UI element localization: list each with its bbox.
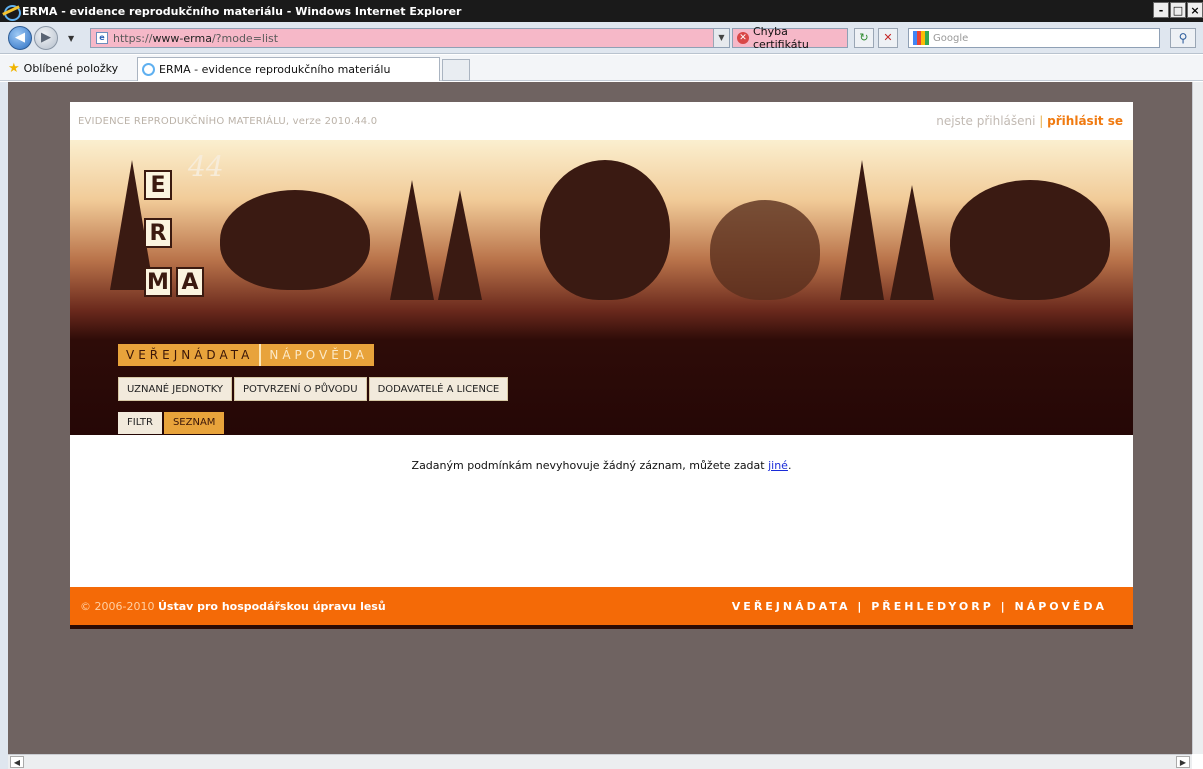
tree-silhouette-icon (710, 200, 820, 300)
copyright-years: © 2006-2010 (80, 600, 155, 613)
shield-error-icon: ✕ (737, 32, 749, 44)
tab-filtr[interactable]: FILTR (118, 412, 162, 434)
favorites-bar: ★ Oblíbené položky ERMA - evidence repro… (0, 55, 1203, 81)
url-field[interactable]: e https://www-erma/?mode=list ▼ (90, 28, 730, 48)
conifer-silhouette-icon (390, 180, 434, 300)
favorites-label: Oblíbené položky (23, 62, 119, 75)
message-suffix: . (787, 459, 792, 472)
search-icon[interactable]: ⚲ (1170, 28, 1196, 48)
tab-potvrzeni-o-puvodu[interactable]: POTVRZENÍ O PŮVODU (234, 377, 367, 401)
sub-tabs: UZNANÉ JEDNOTKY POTVRZENÍ O PŮVODU DODAV… (118, 377, 509, 401)
scroll-left-icon[interactable]: ◀ (10, 756, 24, 768)
page-icon: e (96, 32, 108, 44)
horizontal-scrollbar[interactable]: ◀ ▶ (8, 754, 1192, 769)
login-status-text: nejste přihlášeni (936, 114, 1036, 128)
maximize-button[interactable]: □ (1170, 2, 1186, 18)
minimize-button[interactable]: - (1153, 2, 1169, 18)
banner: E R M A 44 VEŘEJNÁDATA NÁPOVĚDA UZNANÉ J… (70, 140, 1133, 435)
url-path: /?mode=list (211, 31, 279, 45)
conifer-silhouette-icon (840, 160, 884, 300)
other-criteria-link[interactable]: jiné (768, 459, 788, 472)
browser-tab[interactable]: ERMA - evidence reprodukčního materiálu (137, 57, 440, 81)
window-controls: - □ × (1153, 2, 1203, 18)
window-title: ERMA - evidence reprodukčního materiálu … (22, 4, 462, 18)
refresh-icon[interactable]: ↻ (854, 28, 874, 48)
tree-silhouette-icon (540, 160, 670, 300)
login-status: nejste přihlášeni | přihlásit se (936, 114, 1123, 128)
login-separator: | (1039, 114, 1044, 128)
main-tabs: VEŘEJNÁDATA NÁPOVĚDA (118, 344, 375, 366)
site-header: EVIDENCE REPRODUKČNÍHO MATERIÁLU, verze … (70, 102, 1133, 140)
tab-napoveda[interactable]: NÁPOVĚDA (259, 344, 375, 366)
forward-arrow-icon[interactable]: ▶ (34, 26, 58, 50)
window-frame (0, 82, 8, 769)
google-icon (913, 31, 929, 45)
tree-silhouette-icon (950, 180, 1110, 300)
url-prefix: https:// (113, 31, 153, 45)
footer-copyright: © 2006-2010 Ústav pro hospodářskou úprav… (80, 600, 386, 613)
ie-logo-icon (4, 4, 21, 21)
logo-version-number: 44 (188, 150, 224, 183)
url-host: www-erma (152, 31, 212, 45)
stop-icon[interactable]: ✕ (878, 28, 898, 48)
back-arrow-icon[interactable]: ◀ (8, 26, 32, 50)
logo-letter-m: M (144, 267, 172, 297)
ie-page-icon (142, 63, 155, 76)
footer-shadow (70, 625, 1133, 629)
login-link[interactable]: přihlásit se (1047, 114, 1123, 128)
window-titlebar: ERMA - evidence reprodukčního materiálu … (0, 0, 1203, 22)
conifer-silhouette-icon (438, 190, 482, 300)
logo-letter-r: R (144, 218, 172, 248)
tree-silhouette-icon (220, 190, 370, 290)
search-input[interactable]: Google (908, 28, 1160, 48)
logo-letter-a: A (176, 267, 204, 297)
tab-seznam[interactable]: SEZNAM (163, 412, 225, 434)
no-results-message: Zadaným podmínkám nevyhovuje žádný zázna… (411, 459, 769, 472)
view-tabs: FILTR SEZNAM (118, 412, 225, 434)
certificate-error-button[interactable]: ✕ Chyba certifikátu (732, 25, 848, 51)
logo-letter-e: E (144, 170, 172, 200)
cert-error-label: Chyba certifikátu (752, 25, 809, 51)
scroll-right-icon[interactable]: ▶ (1176, 756, 1190, 768)
vertical-scrollbar[interactable] (1192, 82, 1203, 754)
history-dropdown-icon[interactable]: ▼ (68, 34, 74, 43)
address-toolbar: ◀ ▶ ▼ e https://www-erma/?mode=list ▼ ✕ … (0, 22, 1203, 54)
site-container: EVIDENCE REPRODUKČNÍHO MATERIÁLU, verze … (70, 102, 1133, 629)
tab-verejna-data[interactable]: VEŘEJNÁDATA (118, 344, 260, 366)
new-tab-button[interactable] (442, 59, 470, 81)
tab-dodavatele-a-licence[interactable]: DODAVATELÉ A LICENCE (368, 377, 509, 401)
star-icon: ★ (8, 61, 20, 76)
browser-tab-label: ERMA - evidence reprodukčního materiálu (159, 63, 391, 76)
organization-name: Ústav pro hospodářskou úpravu lesů (157, 600, 386, 613)
favorites-button[interactable]: ★ Oblíbené položky (8, 61, 118, 76)
site-footer: © 2006-2010 Ústav pro hospodářskou úprav… (70, 587, 1133, 625)
conifer-silhouette-icon (890, 185, 934, 300)
close-button[interactable]: × (1187, 2, 1203, 18)
tab-uznane-jednotky[interactable]: UZNANÉ JEDNOTKY (118, 377, 233, 401)
url-dropdown-icon[interactable]: ▼ (713, 29, 729, 47)
footer-links[interactable]: VEŘEJNÁDATA | PŘEHLEDYORP | NÁPOVĚDA (732, 600, 1107, 613)
search-placeholder: Google (933, 32, 969, 44)
content-area: Zadaným podmínkám nevyhovuje žádný zázna… (70, 435, 1133, 587)
version-text: EVIDENCE REPRODUKČNÍHO MATERIÁLU, verze … (78, 116, 378, 127)
